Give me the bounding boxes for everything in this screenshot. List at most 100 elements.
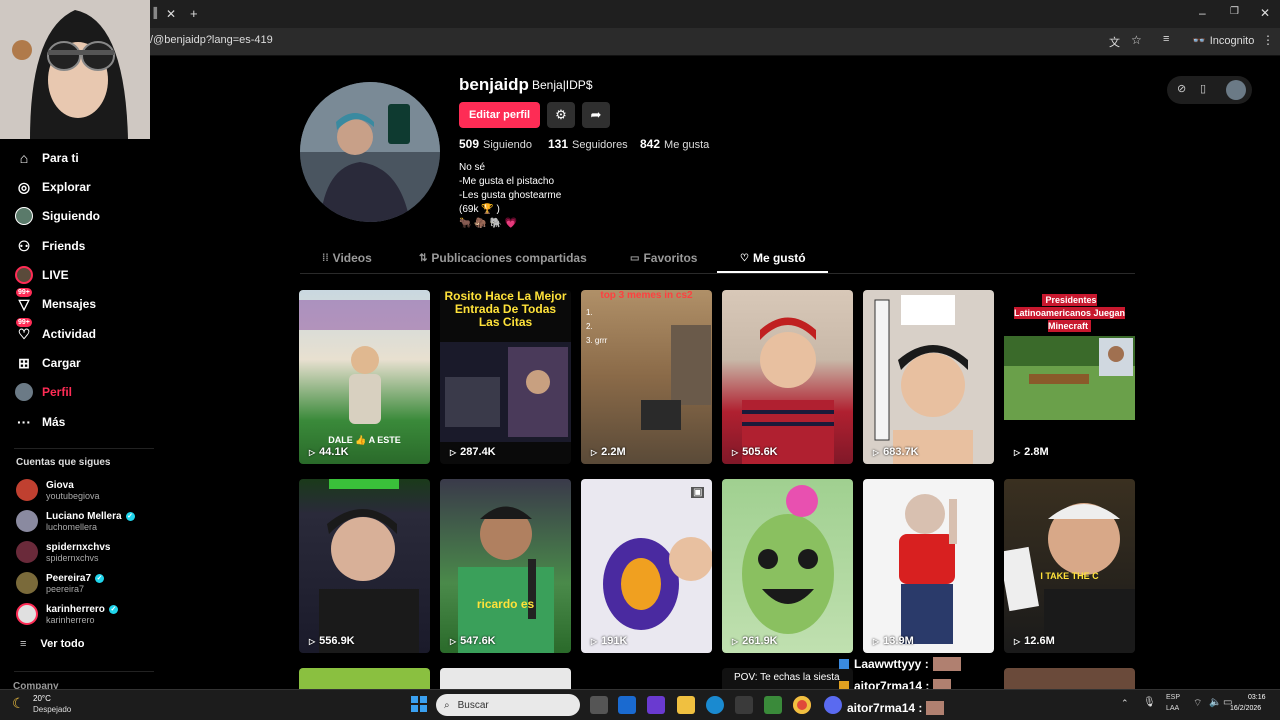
taskbar: ☾ 20°C Despejado ⌕ Buscar aitor7rma14 : ⌃…	[0, 689, 1280, 720]
compass-icon[interactable]: ⊘	[1177, 82, 1186, 95]
video-card[interactable]: ▷ 683.7K	[863, 290, 994, 464]
task-view-icon[interactable]	[590, 696, 608, 714]
avatar[interactable]	[1226, 80, 1246, 100]
video-card[interactable]: I TAKE THE C ▷ 12.6M	[1004, 479, 1135, 653]
video-views: ▷ 2.8M	[1014, 446, 1049, 458]
bio-line: -Me gusta el pistacho	[459, 176, 555, 187]
sidebar-item-mensajes[interactable]: ▽ 99+ Mensajes	[14, 288, 96, 316]
account-name: Luciano Mellera ✓	[46, 510, 135, 522]
following-account[interactable]: karinherrero ✓ karinherrero	[16, 600, 118, 628]
video-card[interactable]: top 3 memes in cs2 1. 2. 3. grrr ▷ 2.2M	[581, 290, 712, 464]
language-code[interactable]: ESP	[1166, 694, 1180, 701]
heart-icon: ♡	[740, 252, 749, 264]
weather-moon-icon: ☾	[12, 695, 25, 711]
taskbar-search-input[interactable]: ⌕ Buscar	[436, 694, 580, 716]
following-stat[interactable]: 509 Siguiendo	[459, 137, 532, 151]
video-views: ▷ 2.2M	[591, 446, 626, 458]
following-account[interactable]: Giova youtubegiova	[16, 476, 100, 504]
tab-publicaciones-compartidas[interactable]: ⇅ Publicaciones compartidas	[419, 251, 587, 265]
following-account[interactable]: Luciano Mellera ✓ luchomellera	[16, 507, 135, 535]
bookmark-star-icon[interactable]: ☆	[1131, 33, 1142, 47]
video-views: ▷ 556.9K	[309, 635, 355, 647]
upload-icon: ⊞	[18, 354, 30, 371]
tab-me-gusto[interactable]: ♡ Me gustó	[740, 251, 806, 265]
sidebar-item-mas[interactable]: ··· Más	[14, 410, 65, 434]
close-window-icon[interactable]: ✕	[1260, 6, 1270, 20]
edit-profile-button[interactable]: Editar perfil	[459, 102, 540, 128]
video-card[interactable]: ▷ 13.9M	[863, 479, 994, 653]
video-card[interactable]: Presidentes Latinoamericanos Juegan Mine…	[1004, 290, 1135, 464]
discord-icon[interactable]	[824, 696, 842, 714]
see-all-link[interactable]: ≡ Ver todo	[20, 638, 84, 650]
video-card[interactable]: DALE 👍 A ESTE ▷ 44.1K	[299, 290, 430, 464]
bio-line: (69k 🏆 )	[459, 204, 500, 215]
profile-avatar[interactable]	[300, 82, 440, 222]
play-icon: ▷	[591, 636, 598, 646]
translate-icon[interactable]: 文	[1109, 34, 1120, 50]
video-card[interactable]: Rosito Hace La Mejor Entrada De Todas La…	[440, 290, 571, 464]
tray-chevron-icon[interactable]: ⌃	[1121, 698, 1129, 709]
avatar	[16, 510, 38, 532]
account-name: Giova	[46, 479, 74, 491]
volume-icon[interactable]: 🔈	[1209, 697, 1221, 708]
avatar	[16, 541, 38, 563]
avatar	[16, 479, 38, 501]
video-card[interactable]	[299, 668, 430, 689]
sidebar-item-friends[interactable]: ⚇ Friends	[14, 234, 86, 258]
new-tab-icon[interactable]: +	[190, 6, 198, 21]
sidebar-item-siguiendo[interactable]: Siguiendo	[14, 204, 100, 228]
sidebar-item-live[interactable]: LIVE	[14, 263, 69, 287]
clock-date[interactable]: 16/2/2026	[1230, 705, 1261, 712]
compass-icon: ◎	[17, 178, 31, 195]
outlook-icon[interactable]	[618, 696, 636, 714]
following-account[interactable]: spidernxchvs spidernxchvs	[16, 538, 110, 566]
video-card[interactable]: ricardo es ▷ 547.6K	[440, 479, 571, 653]
video-card[interactable]	[440, 668, 571, 689]
store-icon[interactable]	[735, 696, 753, 714]
following-account[interactable]: Peereira7 ✓ peereira7	[16, 569, 105, 597]
account-handle: karinherrero	[46, 614, 95, 625]
video-views: ▷ 13.9M	[873, 635, 914, 647]
sidebar-item-explorar[interactable]: ◎ Explorar	[14, 175, 91, 199]
video-views: ▷ 261.9K	[732, 635, 778, 647]
clock-time[interactable]: 03:16	[1248, 694, 1266, 701]
weather-temp[interactable]: 20°C	[33, 694, 51, 703]
sidebar-item-actividad[interactable]: ♡ 99+ Actividad	[14, 318, 96, 346]
phone-icon[interactable]: ▯	[1200, 82, 1206, 95]
wifi-icon[interactable]: ⌔	[1193, 697, 1202, 710]
followers-stat[interactable]: 131 Seguidores	[548, 137, 628, 151]
maximize-icon[interactable]: ❐	[1230, 6, 1239, 17]
sidebar-item-perfil[interactable]: Perfil	[14, 380, 72, 404]
share-icon: ➦	[590, 107, 602, 122]
m365-icon[interactable]	[647, 696, 665, 714]
settings-button[interactable]: ⚙	[547, 102, 575, 128]
video-card[interactable]	[1004, 668, 1135, 689]
sidebar-item-para-ti[interactable]: ⌂ Para ti	[14, 146, 79, 170]
tab-videos[interactable]: ⁞⁞ Videos	[322, 251, 372, 265]
sidebar-item-cargar[interactable]: ⊞ Cargar	[14, 351, 81, 375]
video-card[interactable]: ▷ 505.6K	[722, 290, 853, 464]
play-icon: ▷	[1014, 447, 1021, 457]
tab-favoritos[interactable]: ▭ Favoritos	[630, 251, 697, 265]
minecraft-icon[interactable]	[764, 696, 782, 714]
browser-menu-icon[interactable]: ⋮	[1262, 33, 1274, 47]
file-explorer-icon[interactable]	[677, 696, 695, 714]
share-button[interactable]: ➦	[582, 102, 610, 128]
windows-start-icon[interactable]	[411, 696, 427, 712]
video-views: ▷ 191K	[591, 635, 628, 647]
incognito-indicator[interactable]: 👓 Incognito	[1192, 34, 1254, 47]
video-card[interactable]: ▷ 556.9K	[299, 479, 430, 653]
video-card[interactable]: ▣ ▷ 191K	[581, 479, 712, 653]
profile-avatar-icon	[14, 382, 34, 402]
close-tab-icon[interactable]: ✕	[166, 7, 176, 21]
tabs-divider	[300, 273, 1135, 274]
edge-icon[interactable]	[706, 696, 724, 714]
chrome-icon[interactable]	[793, 696, 811, 714]
url-input[interactable]: /@benjaidp?lang=es-419	[150, 34, 273, 46]
microphone-icon[interactable]: 🎙	[1143, 697, 1156, 708]
address-bar: /@benjaidp?lang=es-419 文 ☆ ≡ 👓 Incognito …	[0, 28, 1280, 56]
reading-list-icon[interactable]: ≡	[1163, 33, 1169, 45]
minimize-icon[interactable]: –	[1199, 6, 1206, 20]
video-card[interactable]: ▷ 261.9K	[722, 479, 853, 653]
video-card[interactable]: POV: Te echas la siesta	[722, 668, 853, 689]
